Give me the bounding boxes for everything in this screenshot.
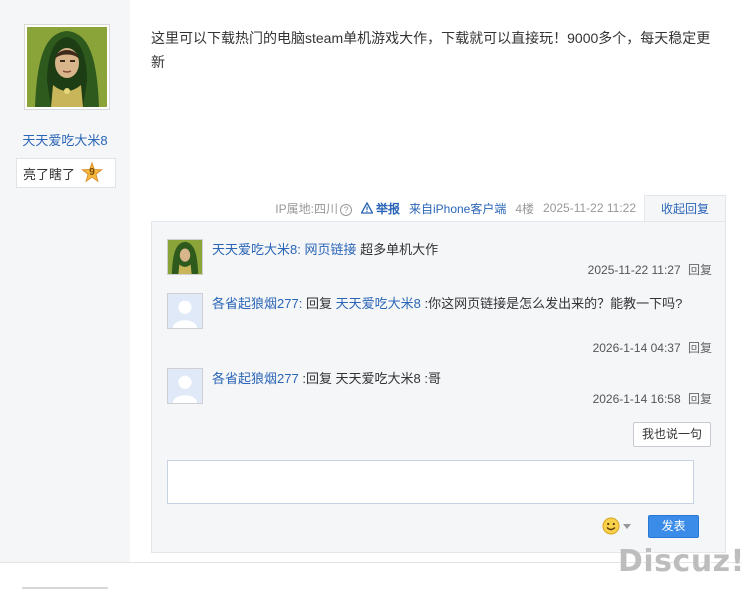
reply-text: 各省起狼烟277 :回复 天天爱吃大米8 :哥 (212, 368, 712, 390)
default-avatar-icon (168, 294, 202, 328)
post-meta-bar: IP属地:四川? 举报 来自iPhone客户端 4楼 2025-11-22 11… (150, 195, 726, 223)
reply-body: 超多单机大作 (360, 242, 439, 257)
reply-text: 各省起狼烟277: 回复 天天爱吃大米8 :你这网页链接是怎么发出来的？能教一下… (212, 293, 712, 315)
emoji-picker-button[interactable] (602, 516, 634, 536)
reply-textarea[interactable] (167, 460, 694, 504)
reply-button[interactable]: 回复 (688, 392, 712, 406)
web-link[interactable]: 网页链接 (304, 242, 356, 257)
reply-time: 2026-1-14 04:37 (592, 341, 681, 355)
reply-button[interactable]: 回复 (688, 341, 712, 355)
send-button[interactable]: 发表 (648, 515, 699, 538)
reply-text: 天天爱吃大米8: 网页链接 超多单机大作 (212, 239, 712, 261)
discuz-watermark: Discuz! (618, 544, 742, 579)
avatar-portrait-image (27, 27, 107, 107)
reply-body: :你这网页链接是怎么发出来的？能教一下吗? (424, 296, 683, 311)
reply-avatar[interactable] (167, 239, 203, 275)
reply-time: 2026-1-14 16:58 (592, 392, 681, 406)
smiley-icon (602, 517, 620, 535)
client-link[interactable]: 来自iPhone客户端 (409, 200, 506, 217)
post-content: 这里可以下载热门的电脑steam单机游戏大作，下载就可以直接玩！9000多个，每… (151, 30, 711, 70)
reply-item: 各省起狼烟277 :回复 天天爱吃大米8 :哥 2026-1-14 16:58 … (167, 368, 712, 408)
badge-label: 亮了瞎了 (23, 166, 76, 182)
reply-meta: 2026-1-14 04:37 回复 (593, 339, 712, 356)
reply-section: 天天爱吃大米8: 网页链接 超多单机大作 2025-11-22 11:27 回复… (151, 221, 726, 553)
reply-colon: : (298, 296, 303, 311)
author-name-link[interactable]: 天天爱吃大米8 (0, 130, 130, 149)
report-label: 举报 (375, 201, 400, 216)
badge-level: 9 (89, 167, 95, 178)
floor-number: 4楼 (515, 201, 535, 216)
author-sidebar: 天天爱吃大米8 亮了瞎了 9 (0, 0, 130, 562)
reply-meta: 2025-11-22 11:27 回复 (588, 261, 712, 278)
medal-badge[interactable]: 亮了瞎了 9 (16, 158, 116, 188)
reply-body: :回复 天天爱吃大米8 :哥 (302, 371, 442, 386)
reply-avatar[interactable] (167, 293, 203, 329)
help-icon[interactable]: ? (339, 203, 352, 216)
report-link[interactable]: 举报 (360, 200, 400, 217)
reply-item: 各省起狼烟277: 回复 天天爱吃大米8 :你这网页链接是怎么发出来的？能教一下… (167, 293, 712, 355)
reply-user-link[interactable]: 各省起狼烟277 (212, 296, 299, 311)
default-avatar-icon (168, 369, 202, 403)
reply-user-link[interactable]: 天天爱吃大米8 (212, 242, 297, 257)
reply-meta: 2026-1-14 16:58 回复 (593, 390, 712, 407)
post-time: 2025-11-22 11:22 (543, 201, 636, 215)
reply-colon: : (297, 242, 301, 257)
ip-location: IP属地:四川? (275, 200, 352, 217)
avatar-portrait-image (168, 240, 202, 274)
chevron-down-icon (623, 523, 631, 529)
reply-prefix: 回复 (305, 296, 332, 311)
say-something-button[interactable]: 我也说一句 (633, 422, 711, 447)
reply-item: 天天爱吃大米8: 网页链接 超多单机大作 2025-11-22 11:27 回复 (167, 239, 712, 293)
ip-location-text: IP属地:四川 (275, 201, 338, 216)
reply-time: 2025-11-22 11:27 (587, 263, 681, 277)
reply-avatar[interactable] (167, 368, 203, 404)
badge-star-icon: 9 (81, 161, 103, 184)
reply-button[interactable]: 回复 (688, 263, 712, 277)
collapse-replies-button[interactable]: 收起回复 (644, 195, 726, 223)
warning-icon (360, 202, 373, 214)
reply-user-link[interactable]: 各省起狼烟277 (212, 371, 299, 386)
reply-target-link[interactable]: 天天爱吃大米8 (336, 296, 421, 311)
author-avatar[interactable] (24, 24, 110, 110)
